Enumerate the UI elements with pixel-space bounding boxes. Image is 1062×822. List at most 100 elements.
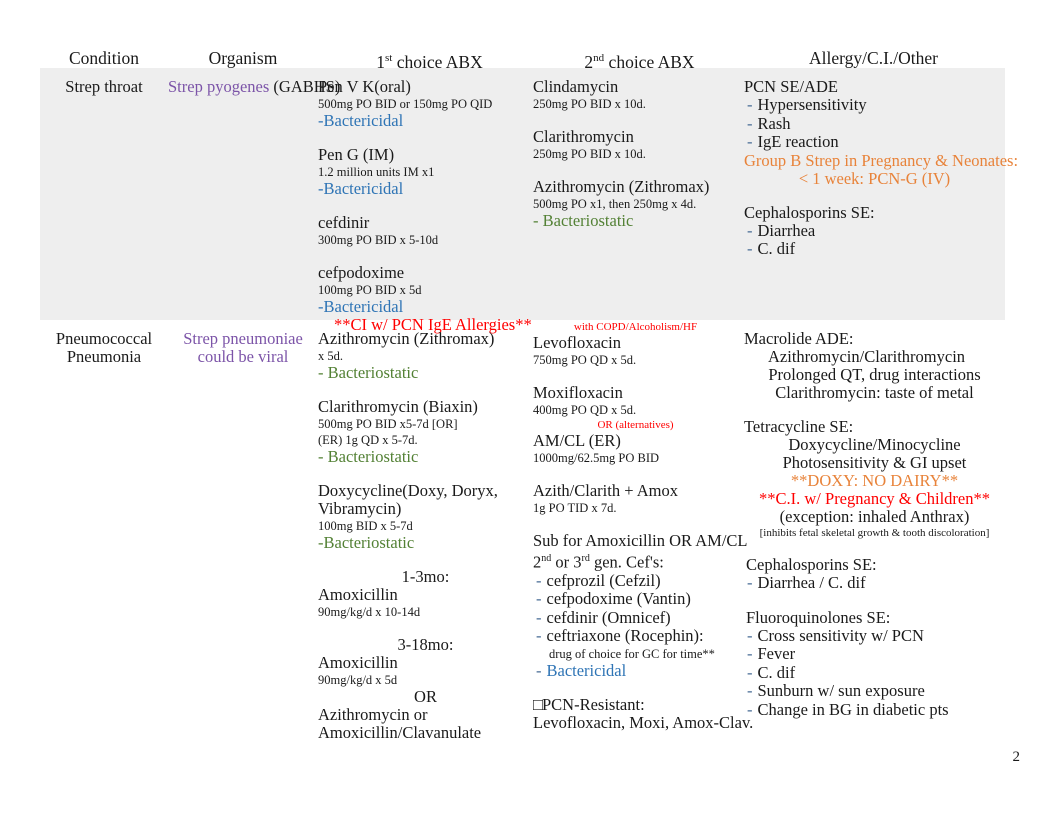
doxy-dairy-warning: **DOXY: NO DAIRY**: [790, 471, 959, 490]
dash-icon: -: [747, 681, 753, 700]
allergy-section-title: Cephalosporins SE:: [746, 555, 877, 574]
drug-dose: 500mg PO x1, then 250mg x 4d.: [533, 197, 697, 211]
list-item-label: Cross sensitivity w/ PCN: [757, 625, 924, 645]
dash-icon: -: [747, 95, 753, 114]
header-allergy: Allergy/C.I./Other: [809, 48, 938, 68]
antibiotics-table: Strep throat Strep pyogenes (GABHS) Pen …: [40, 68, 1019, 742]
drug-dose: 100mg BID x 5-7d: [318, 519, 413, 533]
list-item-label: Sunburn w/ sun exposure: [757, 681, 925, 700]
list-item: - IgE reaction: [744, 132, 1005, 152]
drug-name: Clindamycin: [533, 77, 619, 96]
drug-name: cefdinir: [318, 213, 370, 232]
copd-note: with COPD/Alcoholism/HF: [573, 321, 698, 333]
list-item-label: Rash: [757, 113, 791, 133]
list-item: - cefdinir (Omnicef): [533, 607, 738, 628]
cell-allergy: Macrolide ADE: Azithromycin/Clarithromyc…: [738, 320, 1005, 740]
list-item-label: C. dif: [757, 662, 796, 682]
drug-class: - Bacteriostatic: [318, 447, 419, 466]
drug-name: Clarithromycin: [533, 127, 634, 146]
drug-dose: 750mg PO QD x 5d.: [533, 353, 637, 367]
header-organism: Organism: [208, 48, 278, 68]
pcn-resistant-title: □PCN-Resistant:: [533, 696, 738, 714]
drug-name: Pen G (IM): [318, 145, 395, 164]
gbs-note-line1: Group B Strep in Pregnancy & Neonates:: [744, 150, 1019, 170]
gen-sup-b: rd: [581, 553, 590, 564]
drug-class: -Bacteriostatic: [318, 533, 415, 552]
tetracycline-ci-warning: **C.I. w/ Pregnancy & Children**: [759, 489, 990, 508]
drug-name-cont: Vibramycin): [318, 499, 402, 518]
list-item: - Diarrhea: [744, 220, 1005, 241]
drug-name: Doxycycline(Doxy, Doryx,: [318, 481, 498, 500]
list-item: - Sunburn w/ sun exposure: [744, 681, 1005, 701]
drug-name: Moxifloxacin: [533, 383, 623, 402]
table-row: Pneumococcal Pneumonia Strep pneumoniae …: [40, 320, 1005, 742]
drug-dose: (ER) 1g QD x 5-7d.: [318, 433, 418, 447]
cell-second-choice: with COPD/Alcoholism/HF Levofloxacin 750…: [533, 320, 754, 740]
slide-page: Condition Organism 1st choice ABX 2nd ch…: [0, 0, 1062, 822]
list-item-label: Diarrhea: [757, 220, 816, 240]
drug-dose: 500mg PO BID x5-7d [OR]: [318, 417, 458, 431]
drug-name: Amoxicillin: [318, 653, 398, 672]
drug-name: AM/CL (ER): [533, 431, 621, 450]
drug-name: Clarithromycin (Biaxin): [318, 397, 478, 416]
list-item: - Cross sensitivity w/ PCN: [744, 625, 1005, 646]
dash-icon: -: [747, 220, 753, 240]
allergy-item: Photosensitivity & GI upset: [782, 453, 967, 472]
list-item: - cefpodoxime (Vantin): [533, 589, 738, 609]
list-item: - Change in BG in diabetic pts: [744, 699, 1005, 720]
dash-icon: -: [747, 132, 753, 151]
pediatric-age-header: 3-18mo:: [397, 635, 454, 654]
drug-name: Pen V K(oral): [318, 77, 411, 96]
list-item-label: cefpodoxime (Vantin): [546, 589, 691, 608]
organism-name: Strep pneumoniae: [183, 329, 303, 348]
allergy-item: Doxycycline/Minocycline: [788, 435, 961, 454]
organism-note: could be viral: [197, 347, 289, 366]
drug-class: -Bactericidal: [318, 297, 404, 316]
drug-dose: 90mg/kg/d x 5d: [318, 673, 398, 687]
drug-alternative-line1: Azithromycin or: [318, 705, 428, 724]
list-item-label: Change in BG in diabetic pts: [757, 699, 949, 719]
tetracycline-exception: (exception: inhaled Anthrax): [779, 507, 970, 526]
drug-dose: x 5d.: [318, 349, 343, 363]
allergy-section-title: Fluoroquinolones SE:: [746, 607, 891, 627]
pcn-resistant-drugs: Levofloxacin, Moxi, Amox-Clav.: [533, 713, 754, 732]
organism-name: Strep pyogenes: [168, 77, 270, 96]
cell-organism: Strep pyogenes (GABHS): [168, 68, 340, 320]
list-item: - Diarrhea / C. dif: [744, 573, 1005, 593]
drug-name: Azithromycin (Zithromax): [533, 177, 710, 196]
organism-label: Strep pyogenes (GABHS): [168, 77, 340, 96]
dash-icon: -: [536, 589, 542, 608]
dash-icon: -: [747, 644, 753, 663]
gen-rest: gen. Cef's:: [593, 552, 664, 572]
dash-icon: -: [747, 625, 753, 645]
list-item-label: cefdinir (Omnicef): [546, 607, 671, 627]
drug-dose: 500mg PO BID or 150mg PO QID: [318, 97, 493, 111]
dash-icon: -: [536, 660, 542, 680]
allergy-item: Clarithromycin: taste of metal: [775, 383, 974, 402]
substitution-header: Sub for Amoxicillin OR AM/CL: [533, 531, 748, 550]
drug-dose: 1g PO TID x 7d.: [533, 501, 617, 515]
dash-icon: -: [747, 699, 753, 719]
gbs-note-line2: < 1 week: PCN-G (IV): [798, 168, 951, 188]
list-item-label: cefprozil (Cefzil): [546, 570, 661, 590]
substitution-generation: 2nd or 3rd gen. Cef's:: [533, 550, 738, 572]
cell-condition: Pneumococcal Pneumonia: [40, 320, 168, 740]
drug-dose: 250mg PO BID x 10d.: [533, 97, 646, 111]
drug-dose: 1000mg/62.5mg PO BID: [533, 451, 660, 465]
table-row: Strep throat Strep pyogenes (GABHS) Pen …: [40, 68, 1019, 334]
allergy-item: Prolonged QT, drug interactions: [768, 365, 981, 384]
drug-class: - Bacteriostatic: [318, 363, 419, 382]
list-item: - C. dif: [744, 662, 1005, 683]
drug-class: -Bactericidal: [318, 111, 404, 130]
drug-name: Azithromycin (Zithromax): [318, 329, 495, 348]
header-first-choice-sup: st: [385, 52, 393, 64]
condition-label: Strep throat: [65, 77, 143, 96]
gen-num-b: or 3: [555, 552, 582, 572]
list-item: - C. dif: [744, 239, 1005, 259]
list-item: - Fever: [744, 644, 1005, 664]
allergy-item: Azithromycin/Clarithromycin: [768, 347, 966, 366]
dash-icon: -: [536, 626, 542, 645]
ceftriaxone-note: drug of choice for GC for time**: [549, 646, 715, 661]
condition-label-line2: Pneumonia: [66, 347, 142, 366]
dash-icon: -: [536, 607, 542, 627]
